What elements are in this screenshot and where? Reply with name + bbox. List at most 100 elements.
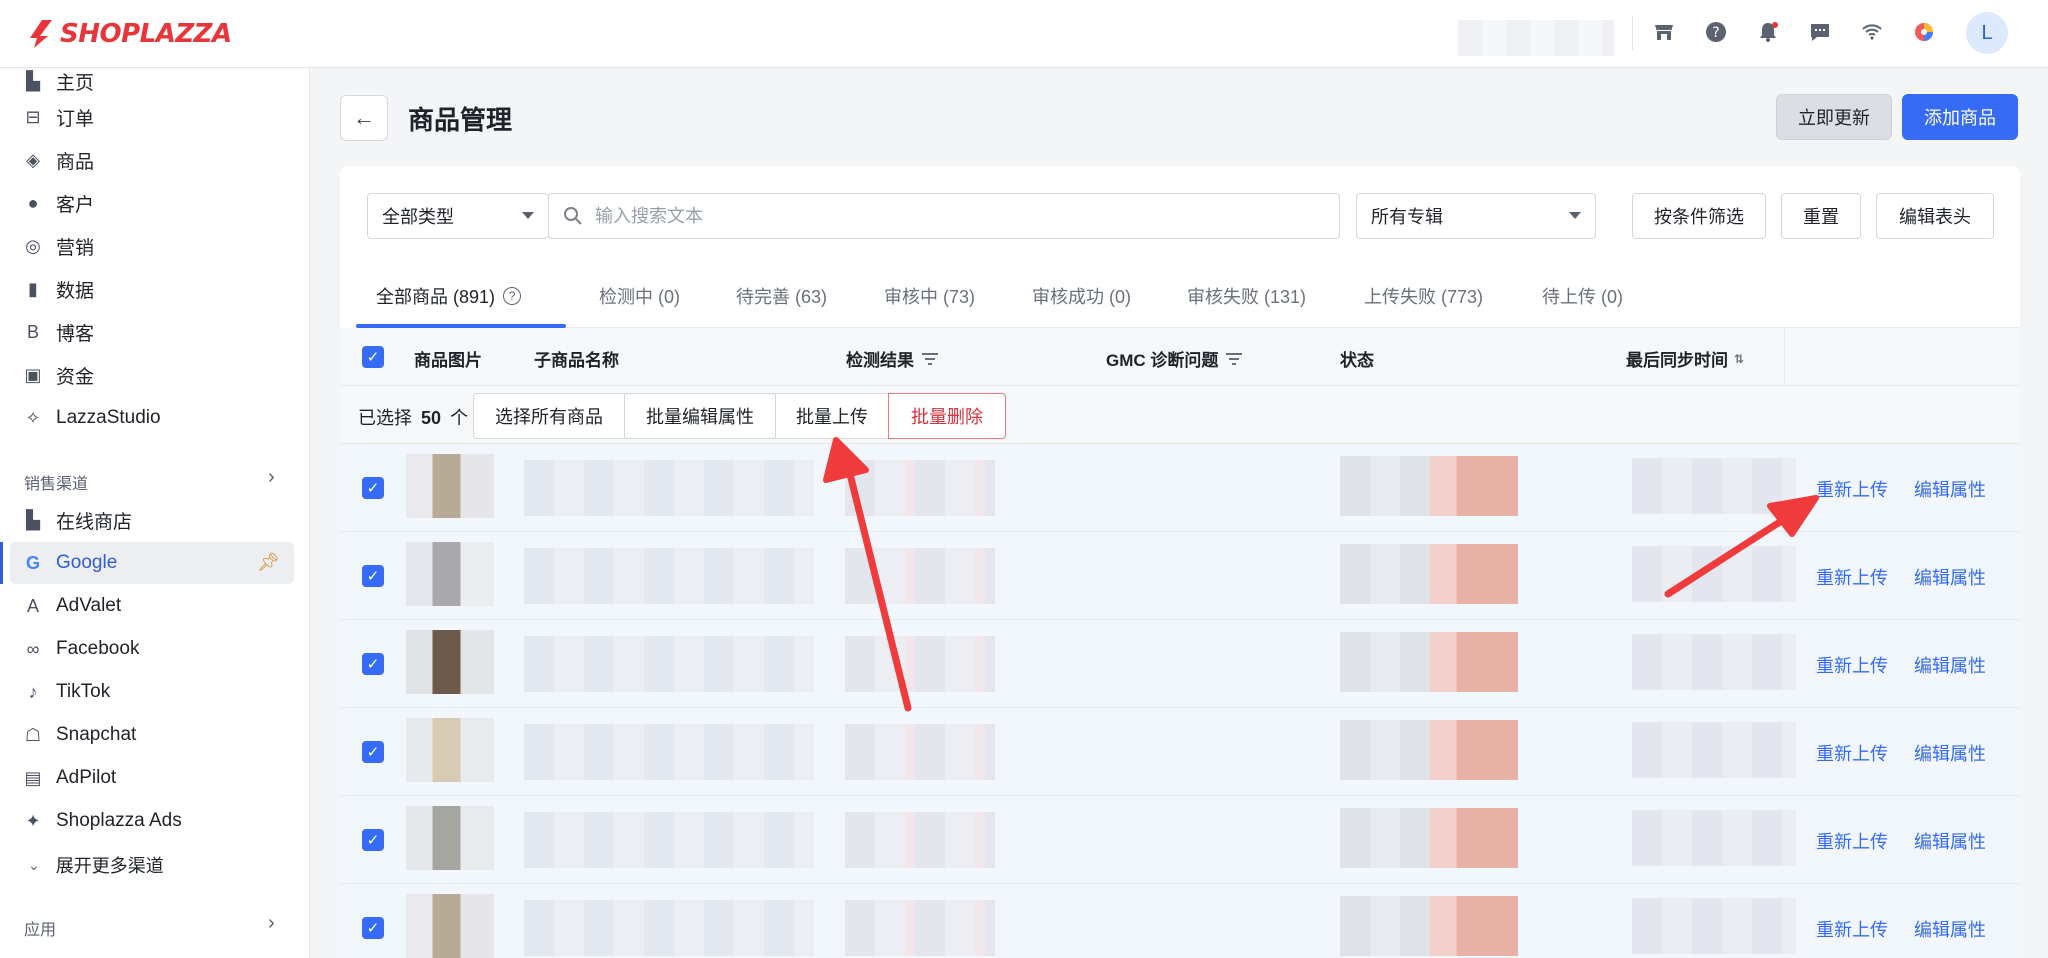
sidebar-item-label: 营销: [56, 237, 95, 259]
type-select[interactable]: 全部类型: [367, 193, 549, 239]
tab-to-complete[interactable]: 待完善 (63): [736, 264, 827, 328]
sidebar-item-adpilot[interactable]: ▤ AdPilot: [10, 757, 294, 799]
avatar[interactable]: L: [1966, 12, 2008, 54]
bulk-action-bar: 已选择 50 个 选择所有商品 批量编辑属性 批量上传 批量删除: [340, 386, 2020, 444]
search-box[interactable]: [548, 193, 1340, 239]
help-circle-icon[interactable]: ?: [503, 287, 522, 305]
sidebar-item-products[interactable]: ◈ 商品: [10, 139, 294, 181]
product-name-blurred[interactable]: [524, 900, 814, 956]
notification-icon[interactable]: [1754, 18, 1782, 46]
google-icon: G: [25, 552, 40, 573]
filter-icon[interactable]: [1226, 352, 1243, 365]
sidebar-item-label: 商品: [56, 151, 95, 173]
row-checkbox[interactable]: ✓: [362, 565, 384, 587]
collection-select[interactable]: 所有专辑: [1356, 193, 1596, 239]
product-image[interactable]: [406, 454, 494, 518]
help-icon[interactable]: ?: [1702, 18, 1730, 46]
app-switch-icon[interactable]: [1910, 18, 1938, 46]
add-product-button[interactable]: 添加商品: [1902, 94, 2018, 140]
shoplazza-logo[interactable]: SHOPLAZZA: [28, 16, 232, 52]
row-checkbox[interactable]: ✓: [362, 653, 384, 675]
chevron-right-icon[interactable]: ›: [268, 912, 275, 935]
sidebar-item-customers[interactable]: ● 客户: [10, 182, 294, 224]
reset-button[interactable]: 重置: [1781, 193, 1861, 239]
edit-attributes-link[interactable]: 编辑属性: [1914, 828, 1986, 854]
condition-filter-button[interactable]: 按条件筛选: [1632, 193, 1766, 239]
sidebar-item-finance[interactable]: ▣ 资金: [10, 354, 294, 396]
product-image[interactable]: [406, 542, 494, 606]
sales-channels-title: 销售渠道: [24, 476, 89, 493]
blog-icon: B: [26, 321, 39, 342]
sidebar-item-label: Shoplazza Ads: [56, 810, 182, 831]
tab-reviewing[interactable]: 审核中 (73): [884, 264, 975, 328]
product-name-blurred[interactable]: [524, 812, 814, 868]
pin-icon[interactable]: 📌︎: [257, 552, 280, 573]
edit-columns-button[interactable]: 编辑表头: [1876, 193, 1994, 239]
sidebar-item-online-store[interactable]: ▙ 在线商店: [10, 499, 294, 541]
product-image[interactable]: [406, 894, 494, 958]
row-checkbox[interactable]: ✓: [362, 477, 384, 499]
product-name-blurred[interactable]: [524, 636, 814, 692]
store-icon[interactable]: [1650, 18, 1678, 46]
reupload-link[interactable]: 重新上传: [1816, 828, 1888, 854]
row-checkbox[interactable]: ✓: [362, 829, 384, 851]
sidebar-item-google[interactable]: G Google 📌︎: [10, 542, 294, 584]
edit-attributes-link[interactable]: 编辑属性: [1914, 476, 1986, 502]
tab-review-success[interactable]: 审核成功 (0): [1032, 264, 1131, 328]
sort-icon[interactable]: ⇅: [1734, 352, 1744, 366]
collection-select-value: 所有专辑: [1371, 207, 1443, 227]
tab-detecting[interactable]: 检测中 (0): [599, 264, 680, 328]
row-checkbox[interactable]: ✓: [362, 917, 384, 939]
batch-edit-attributes-button[interactable]: 批量编辑属性: [624, 393, 776, 439]
sidebar-item-marketing[interactable]: ◎ 营销: [10, 225, 294, 267]
back-button[interactable]: ←: [340, 95, 388, 141]
table-row: ✓ 重新上传 编辑属性: [340, 796, 2020, 884]
col-last-sync[interactable]: 最后同步时间 ⇅: [1626, 346, 1744, 371]
sidebar-item-advalet[interactable]: A AdValet: [10, 585, 294, 627]
sidebar-item-snapchat[interactable]: ☖ Snapchat: [10, 714, 294, 756]
tab-all-products[interactable]: 全部商品 (891) ?: [376, 264, 522, 328]
product-name-blurred[interactable]: [524, 724, 814, 780]
product-image[interactable]: [406, 806, 494, 870]
store-name-blurred[interactable]: [1458, 20, 1614, 56]
sidebar-item-blog[interactable]: B 博客: [10, 311, 294, 353]
sidebar-item-lazzastudio[interactable]: ✧ LazzaStudio: [10, 397, 294, 439]
message-icon[interactable]: [1806, 18, 1834, 46]
sidebar-item-analytics[interactable]: ▮ 数据: [10, 268, 294, 310]
edit-attributes-link[interactable]: 编辑属性: [1914, 564, 1986, 590]
row-checkbox[interactable]: ✓: [362, 741, 384, 763]
wifi-icon[interactable]: [1858, 18, 1886, 46]
reupload-link[interactable]: 重新上传: [1816, 916, 1888, 942]
expand-more-channels[interactable]: ⌄ 展开更多渠道: [28, 852, 164, 878]
tab-pending-upload[interactable]: 待上传 (0): [1542, 264, 1623, 328]
reupload-link[interactable]: 重新上传: [1816, 652, 1888, 678]
reupload-link[interactable]: 重新上传: [1816, 740, 1888, 766]
batch-upload-button[interactable]: 批量上传: [775, 393, 889, 439]
sidebar-item-facebook[interactable]: ∞ Facebook: [10, 628, 294, 670]
search-input[interactable]: [595, 205, 1295, 227]
product-image[interactable]: [406, 630, 494, 694]
tab-review-failed[interactable]: 审核失败 (131): [1187, 264, 1306, 328]
reupload-link[interactable]: 重新上传: [1816, 564, 1888, 590]
edit-attributes-link[interactable]: 编辑属性: [1914, 652, 1986, 678]
sidebar-item-shoplazza-ads[interactable]: ✦ Shoplazza Ads: [10, 800, 294, 842]
filter-icon[interactable]: [922, 352, 938, 365]
reupload-link[interactable]: 重新上传: [1816, 476, 1888, 502]
select-all-products-button[interactable]: 选择所有商品: [473, 393, 625, 439]
refresh-now-button[interactable]: 立即更新: [1776, 94, 1892, 140]
store-icon: ▙: [26, 509, 40, 530]
product-image[interactable]: [406, 718, 494, 782]
edit-attributes-link[interactable]: 编辑属性: [1914, 740, 1986, 766]
batch-delete-button[interactable]: 批量删除: [888, 393, 1006, 439]
sidebar-item-orders[interactable]: ⊟ 订单: [10, 96, 294, 138]
select-all-checkbox[interactable]: ✓: [362, 346, 384, 368]
sidebar-item-tiktok[interactable]: ♪ TikTok: [10, 671, 294, 713]
product-name-blurred[interactable]: [524, 460, 814, 516]
tab-upload-failed[interactable]: 上传失败 (773): [1364, 264, 1483, 328]
status-blurred: [1340, 808, 1430, 868]
chevron-right-icon[interactable]: ›: [268, 466, 275, 489]
col-gmc[interactable]: GMC 诊断问题: [1106, 346, 1243, 371]
product-name-blurred[interactable]: [524, 548, 814, 604]
col-detection[interactable]: 检测结果: [846, 346, 938, 371]
edit-attributes-link[interactable]: 编辑属性: [1914, 916, 1986, 942]
